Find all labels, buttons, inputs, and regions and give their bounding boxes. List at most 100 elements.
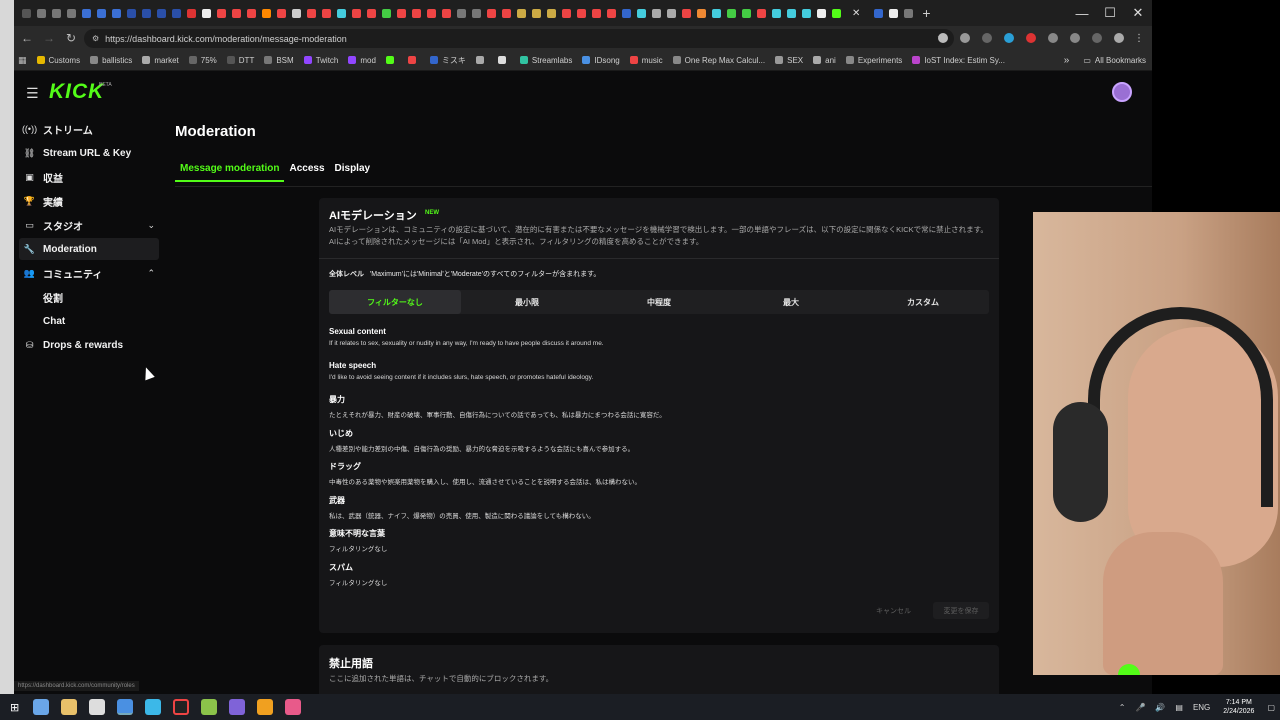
extension-icon[interactable]: [960, 33, 970, 43]
extension-icon[interactable]: [1004, 33, 1014, 43]
bookmark-item[interactable]: DTT: [226, 56, 254, 65]
tab-favicon-active[interactable]: [832, 8, 841, 18]
bookmark-item[interactable]: [475, 56, 488, 64]
tab-favicon[interactable]: [112, 8, 121, 18]
forward-icon[interactable]: →: [38, 31, 60, 45]
tab-favicon[interactable]: [772, 8, 781, 18]
tab-favicon[interactable]: [22, 8, 31, 18]
site-info-icon[interactable]: ⚙: [92, 34, 99, 43]
tab-favicon[interactable]: [382, 8, 391, 18]
chevron-up-icon[interactable]: ⌃: [147, 268, 155, 279]
sidebar-item-achievements[interactable]: 🏆 実績: [19, 190, 159, 212]
tab-favicon[interactable]: [502, 8, 511, 18]
all-bookmarks[interactable]: » ▭ All Bookmarks: [1064, 50, 1146, 71]
tab-favicon[interactable]: [697, 8, 706, 18]
hamburger-menu-icon[interactable]: ☰: [26, 85, 39, 102]
bookmark-item[interactable]: Streamlabs: [519, 56, 572, 65]
tab-favicon[interactable]: [472, 8, 481, 18]
back-icon[interactable]: ←: [16, 31, 38, 45]
tab-favicon[interactable]: [97, 8, 106, 18]
maximize-icon[interactable]: ☐: [1096, 5, 1124, 21]
address-bar[interactable]: ⚙ https://dashboard.kick.com/moderation/…: [84, 29, 954, 48]
tab-favicon[interactable]: [712, 8, 721, 18]
taskbar-app-icon[interactable]: [257, 699, 274, 715]
taskbar-app-icon[interactable]: [89, 699, 106, 715]
user-avatar[interactable]: [1112, 82, 1132, 102]
bookmark-item[interactable]: [407, 56, 420, 64]
tab-favicon[interactable]: [607, 8, 616, 18]
sidebar-item-stream[interactable]: ((•)) ストリーム: [19, 118, 159, 140]
sidepanel-icon[interactable]: [1092, 33, 1102, 43]
tab-favicon[interactable]: [874, 8, 884, 18]
bookmark-folder[interactable]: SEX: [775, 56, 803, 65]
more-bookmarks-icon[interactable]: »: [1064, 55, 1070, 66]
tab-close-icon[interactable]: ✕: [852, 8, 860, 19]
extension-icon[interactable]: [938, 33, 948, 43]
start-icon[interactable]: ⊞: [10, 701, 19, 714]
tab-favicon[interactable]: [217, 8, 226, 18]
level-option-moderate[interactable]: 中程度: [593, 290, 725, 314]
tab-favicon[interactable]: [652, 8, 661, 18]
tab-favicon[interactable]: [187, 8, 196, 18]
tab-favicon[interactable]: [487, 8, 496, 18]
tab-favicon[interactable]: [142, 8, 151, 18]
tab-favicon[interactable]: [757, 8, 766, 18]
sidebar-item-community[interactable]: 👥 コミュニティ ⌃: [19, 262, 159, 284]
tab-favicon[interactable]: [232, 8, 241, 18]
tab-favicon[interactable]: [787, 8, 796, 18]
browser-app-icon[interactable]: [117, 699, 134, 715]
tab-favicon[interactable]: [277, 8, 286, 18]
tab-favicon[interactable]: [172, 8, 181, 18]
taskbar-app-icon[interactable]: [33, 699, 50, 715]
tab-favicon[interactable]: [292, 8, 301, 18]
tab-favicon[interactable]: [67, 8, 76, 18]
tab-favicon[interactable]: [562, 8, 571, 18]
sidebar-subitem-chat[interactable]: Chat: [19, 310, 159, 332]
taskbar-app-icon[interactable]: [285, 699, 302, 715]
tab-favicon[interactable]: [742, 8, 751, 18]
sidebar-item-studio[interactable]: ▭ スタジオ ⌄: [19, 214, 159, 236]
bookmark-item[interactable]: mod: [348, 56, 376, 65]
bookmark-item[interactable]: ani: [813, 56, 836, 65]
tab-message-moderation[interactable]: Message moderation: [175, 163, 285, 182]
bookmark-item[interactable]: BSM: [264, 56, 294, 65]
tab-favicon[interactable]: [157, 8, 166, 18]
tab-favicon[interactable]: [247, 8, 256, 18]
tab-favicon[interactable]: [517, 8, 526, 18]
tab-favicon[interactable]: [442, 8, 451, 18]
sidebar-item-moderation[interactable]: 🔧 Moderation: [19, 238, 159, 260]
bookmark-item[interactable]: IDsong: [582, 56, 620, 65]
bookmark-item[interactable]: [385, 56, 398, 64]
profile-icon[interactable]: [1114, 33, 1124, 43]
tab-favicon[interactable]: [667, 8, 676, 18]
save-changes-button[interactable]: 変更を保存: [933, 602, 989, 619]
tab-display[interactable]: Display: [330, 163, 376, 182]
notifications-icon[interactable]: ▢: [1267, 703, 1275, 712]
level-option-none[interactable]: フィルターなし: [329, 290, 461, 314]
bookmark-item[interactable]: Twitch: [303, 56, 338, 65]
tab-favicon[interactable]: [457, 8, 466, 18]
bookmark-item[interactable]: market: [142, 56, 179, 65]
tray-chevron-icon[interactable]: ⌃: [1119, 703, 1126, 712]
sidebar-subitem-roles[interactable]: 役割: [19, 286, 159, 308]
extension-icon[interactable]: [1048, 33, 1058, 43]
bookmark-item[interactable]: music: [629, 56, 663, 65]
bookmark-item[interactable]: 75%: [188, 56, 217, 65]
tab-favicon[interactable]: [577, 8, 586, 18]
extension-icon[interactable]: [1026, 33, 1036, 43]
tab-favicon[interactable]: [889, 8, 899, 18]
all-bookmarks-label[interactable]: All Bookmarks: [1095, 56, 1146, 65]
bookmark-item[interactable]: IoST Index: Estim Sy...: [912, 56, 1005, 65]
tab-favicon[interactable]: [682, 8, 691, 18]
microphone-icon[interactable]: 🎤: [1135, 703, 1145, 712]
speaker-icon[interactable]: 🔊: [1155, 703, 1165, 712]
tab-favicon[interactable]: [637, 8, 646, 18]
network-icon[interactable]: ▤: [1175, 703, 1183, 712]
taskbar-app-icon[interactable]: [145, 699, 162, 715]
taskbar-app-icon[interactable]: [229, 699, 246, 715]
level-option-minimal[interactable]: 最小限: [461, 290, 593, 314]
tab-favicon[interactable]: [352, 8, 361, 18]
tab-favicon[interactable]: [427, 8, 436, 18]
bookmark-item[interactable]: [497, 56, 510, 64]
bookmark-item[interactable]: ballistics: [90, 56, 132, 65]
